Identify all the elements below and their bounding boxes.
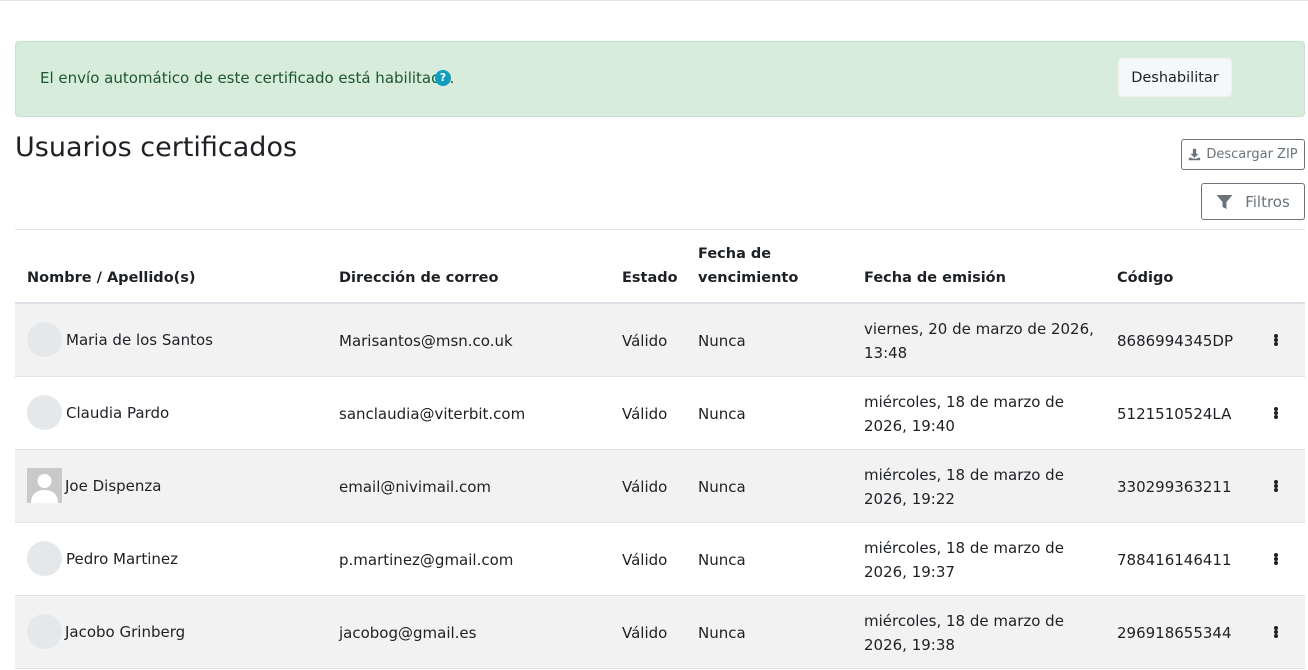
issued-line2: 2026, 19:38: [864, 636, 955, 654]
auto-send-alert: El envío automático de este certificado …: [15, 41, 1305, 117]
issued-value: miércoles, 18 de marzo de 2026, 19:37: [864, 536, 1064, 584]
table-row: Pedro Martinez p.martinez@gmail.com Váli…: [15, 523, 1305, 596]
user-avatar-icon: [27, 614, 62, 649]
kebab-menu-icon[interactable]: [1270, 622, 1282, 642]
status-value: Válido: [622, 405, 668, 423]
top-divider: [0, 0, 1308, 1]
issued-line1: viernes, 20 de marzo de 2026,: [864, 320, 1094, 338]
alert-message: El envío automático de este certificado …: [40, 69, 455, 87]
user-email: p.martinez@gmail.com: [339, 551, 514, 569]
table-header: Nombre / Apellido(s) Dirección de correo…: [15, 230, 1305, 304]
status-value: Válido: [622, 624, 668, 642]
status-value: Válido: [622, 332, 668, 350]
issued-value: miércoles, 18 de marzo de 2026, 19:40: [864, 390, 1064, 438]
certified-users-table: Nombre / Apellido(s) Dirección de correo…: [15, 229, 1305, 669]
download-zip-button[interactable]: Descargar ZIP: [1181, 139, 1305, 170]
user-name[interactable]: Joe Dispenza: [65, 474, 161, 498]
user-name[interactable]: Claudia Pardo: [66, 401, 169, 425]
kebab-menu-icon[interactable]: [1270, 476, 1282, 496]
header-expiry-line2: vencimiento: [698, 270, 799, 286]
user-avatar-icon: [27, 322, 62, 357]
table-row: Joe Dispenza email@nivimail.com Válido N…: [15, 450, 1305, 523]
download-zip-label: Descargar ZIP: [1206, 147, 1298, 162]
issued-line1: miércoles, 18 de marzo de: [864, 612, 1064, 630]
kebab-menu-icon[interactable]: [1270, 549, 1282, 569]
code-value: 330299363211: [1117, 478, 1232, 496]
page-title: Usuarios certificados: [15, 132, 298, 163]
filters-label: Filtros: [1245, 192, 1290, 211]
issued-line1: miércoles, 18 de marzo de: [864, 539, 1064, 557]
status-value: Válido: [622, 551, 668, 569]
disable-button[interactable]: Deshabilitar: [1118, 58, 1232, 97]
table-row: Claudia Pardo sanclaudia@viterbit.com Vá…: [15, 377, 1305, 450]
expiry-value: Nunca: [698, 624, 746, 642]
header-issued[interactable]: Fecha de emisión: [864, 266, 1006, 290]
kebab-menu-icon[interactable]: [1270, 330, 1282, 350]
header-code[interactable]: Código: [1117, 266, 1173, 290]
issued-line2: 2026, 19:22: [864, 490, 955, 508]
issued-line1: miércoles, 18 de marzo de: [864, 466, 1064, 484]
status-value: Válido: [622, 478, 668, 496]
table-row: Jacobo Grinberg jacobog@gmail.es Válido …: [15, 596, 1305, 669]
header-expiry[interactable]: Fecha de vencimiento: [698, 242, 798, 290]
filter-icon: [1216, 194, 1233, 209]
issued-line1: miércoles, 18 de marzo de: [864, 393, 1064, 411]
user-name[interactable]: Jacobo Grinberg: [65, 620, 185, 644]
user-email: sanclaudia@viterbit.com: [339, 405, 526, 423]
code-value: 788416146411: [1117, 551, 1232, 569]
user-email: Marisantos@msn.co.uk: [339, 332, 513, 350]
issued-value: viernes, 20 de marzo de 2026, 13:48: [864, 317, 1094, 365]
download-icon: [1189, 148, 1201, 161]
user-email: email@nivimail.com: [339, 478, 492, 496]
table-row: Maria de los Santos Marisantos@msn.co.uk…: [15, 304, 1305, 377]
code-value: 296918655344: [1117, 624, 1232, 642]
issued-line2: 2026, 19:37: [864, 563, 955, 581]
user-name[interactable]: Maria de los Santos: [66, 328, 213, 352]
help-icon[interactable]: ?: [435, 70, 451, 86]
header-email[interactable]: Dirección de correo: [339, 266, 498, 290]
issued-value: miércoles, 18 de marzo de 2026, 19:38: [864, 609, 1064, 657]
expiry-value: Nunca: [698, 405, 746, 423]
user-name[interactable]: Pedro Martinez: [66, 547, 178, 571]
issued-line2: 13:48: [864, 344, 908, 362]
user-avatar-icon: [27, 541, 62, 576]
issued-value: miércoles, 18 de marzo de 2026, 19:22: [864, 463, 1064, 511]
header-name[interactable]: Nombre / Apellido(s): [27, 266, 196, 290]
issued-line2: 2026, 19:40: [864, 417, 955, 435]
kebab-menu-icon[interactable]: [1270, 403, 1282, 423]
user-email: jacobog@gmail.es: [339, 624, 477, 642]
code-value: 5121510524LA: [1117, 405, 1232, 423]
expiry-value: Nunca: [698, 551, 746, 569]
header-status[interactable]: Estado: [622, 266, 678, 290]
user-avatar-icon: [27, 468, 62, 503]
user-avatar-icon: [27, 395, 62, 430]
expiry-value: Nunca: [698, 332, 746, 350]
filters-button[interactable]: Filtros: [1201, 183, 1305, 220]
expiry-value: Nunca: [698, 478, 746, 496]
code-value: 8686994345DP: [1117, 332, 1234, 350]
header-expiry-line1: Fecha de: [698, 246, 772, 262]
